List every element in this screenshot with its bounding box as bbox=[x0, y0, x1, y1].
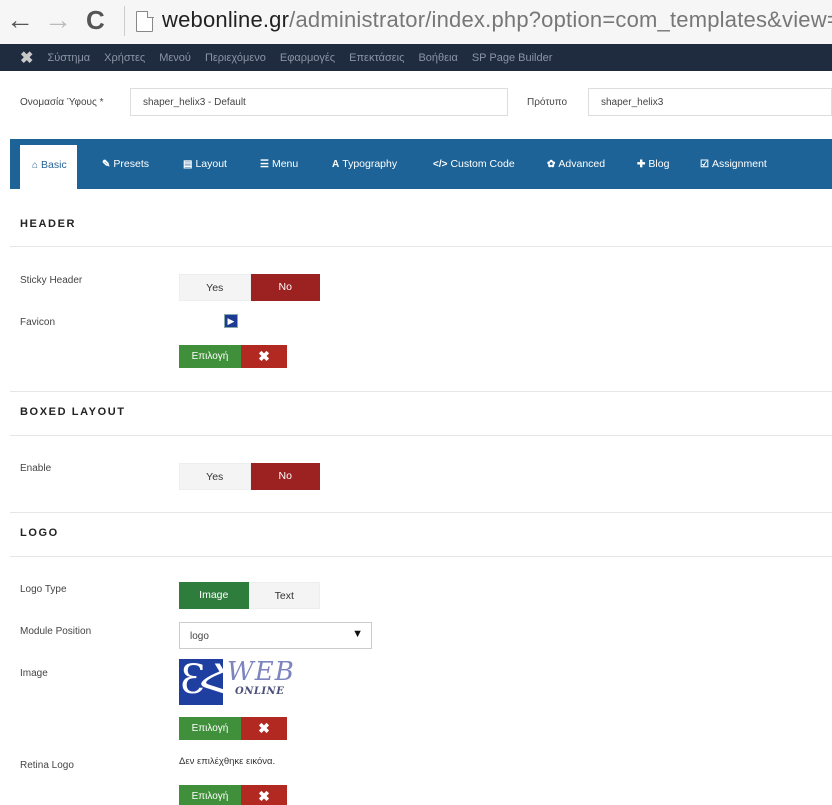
boxed-enable-toggle[interactable]: Yes No bbox=[179, 463, 320, 490]
sticky-header-yes-button[interactable]: Yes bbox=[179, 274, 251, 301]
no-image-selected-text: Δεν επιλέχθηκε εικόνα. bbox=[179, 756, 276, 767]
section-title-header: HEADER bbox=[20, 218, 77, 230]
home-icon: ⌂ bbox=[32, 160, 39, 171]
logo-type-image-button[interactable]: Image bbox=[179, 582, 249, 609]
divider bbox=[10, 556, 832, 557]
divider bbox=[10, 512, 832, 513]
sticky-header-no-button[interactable]: No bbox=[250, 274, 320, 301]
module-position-value: logo bbox=[190, 631, 209, 642]
favicon-clear-icon[interactable]: ✖ bbox=[241, 345, 287, 368]
tab-typography[interactable]: A Typography bbox=[332, 139, 397, 189]
logo-image-picker: Επιλογή ✖ bbox=[179, 717, 287, 740]
boxed-no-button[interactable]: No bbox=[250, 463, 320, 490]
menu-item-system[interactable]: Σύστημα bbox=[47, 52, 90, 64]
divider bbox=[10, 391, 832, 392]
url-host: webonline.gr bbox=[162, 7, 290, 32]
tab-basic[interactable]: ⌂ Basic bbox=[20, 145, 77, 189]
tab-label: Menu bbox=[271, 158, 299, 170]
favicon-picker: Επιλογή ✖ bbox=[179, 345, 287, 368]
address-separator bbox=[124, 6, 125, 36]
divider bbox=[10, 246, 832, 247]
admin-menu-bar: ✖ Σύστημα Χρήστες Μενού Περιεχόμενο Εφαρ… bbox=[0, 44, 832, 71]
menu-item-help[interactable]: Βοήθεια bbox=[418, 52, 457, 64]
template-input[interactable]: shaper_helix3 bbox=[588, 88, 832, 116]
tab-label: Basic bbox=[41, 159, 67, 171]
favicon-label: Favicon bbox=[20, 317, 56, 328]
logo-image-select-button[interactable]: Επιλογή bbox=[179, 717, 241, 740]
logo-mark: ƐՀ bbox=[179, 657, 228, 705]
section-title-logo: LOGO bbox=[20, 527, 59, 539]
menu-item-content[interactable]: Περιεχόμενο bbox=[205, 52, 266, 64]
menu-item-menus[interactable]: Μενού bbox=[159, 52, 191, 64]
menu-icon: ☰ bbox=[260, 159, 269, 170]
logo-preview-image: ƐՀ WEB ONLINE bbox=[179, 657, 301, 705]
dropdown-arrow-icon: ▼ bbox=[352, 628, 363, 640]
tab-custom-code[interactable]: </> Custom Code bbox=[433, 139, 515, 189]
font-icon: A bbox=[332, 159, 340, 170]
tab-label: Layout bbox=[195, 158, 227, 170]
favicon-preview-image: ▶ bbox=[224, 314, 238, 328]
tab-label: Assignment bbox=[711, 158, 767, 170]
url-path: /administrator/index.php?option=com_temp… bbox=[289, 7, 832, 32]
sticky-header-label: Sticky Header bbox=[20, 275, 83, 286]
back-arrow-icon[interactable]: ← bbox=[6, 4, 34, 36]
tab-label: Custom Code bbox=[450, 158, 515, 170]
module-position-label: Module Position bbox=[20, 626, 92, 637]
tab-advanced[interactable]: ✿ Advanced bbox=[547, 139, 605, 189]
forward-arrow-icon[interactable]: → bbox=[44, 4, 72, 36]
sticky-header-toggle[interactable]: Yes No bbox=[179, 274, 320, 301]
retina-logo-clear-icon[interactable]: ✖ bbox=[241, 785, 287, 805]
divider bbox=[10, 435, 832, 436]
tab-label: Typography bbox=[342, 158, 398, 170]
check-square-icon: ☑ bbox=[700, 159, 709, 170]
tab-label: Advanced bbox=[558, 158, 606, 170]
image-label: Image bbox=[20, 668, 48, 679]
tab-layout[interactable]: ▤ Layout bbox=[183, 139, 227, 189]
reload-icon[interactable]: C bbox=[86, 4, 105, 36]
menu-item-extensions[interactable]: Επεκτάσεις bbox=[349, 52, 404, 64]
page-icon bbox=[136, 10, 154, 32]
logo-type-toggle[interactable]: Image Text bbox=[179, 582, 320, 609]
tab-label: Presets bbox=[113, 158, 149, 170]
menu-item-users[interactable]: Χρήστες bbox=[104, 52, 145, 64]
menu-item-sp-page-builder[interactable]: SP Page Builder bbox=[472, 52, 553, 64]
browser-toolbar: ← → C webonline.gr/administrator/index.p… bbox=[0, 0, 832, 44]
style-name-input[interactable]: shaper_helix3 - Default bbox=[130, 88, 508, 116]
tab-presets[interactable]: ✎ Presets bbox=[102, 139, 149, 189]
tab-label: Blog bbox=[648, 158, 670, 170]
tab-assignment[interactable]: ☑ Assignment bbox=[700, 139, 767, 189]
section-title-boxed-layout: BOXED LAYOUT bbox=[20, 406, 126, 418]
pin-icon: ✚ bbox=[637, 159, 646, 170]
module-position-select[interactable]: logo ▼ bbox=[179, 622, 372, 649]
logo-image-clear-icon[interactable]: ✖ bbox=[241, 717, 287, 740]
cog-icon: ✿ bbox=[547, 159, 556, 170]
settings-tabs: ⌂ Basic ✎ Presets ▤ Layout ☰ Menu A Typograph… bbox=[10, 139, 832, 189]
favicon-select-button[interactable]: Επιλογή bbox=[179, 345, 241, 368]
retina-logo-select-button[interactable]: Επιλογή bbox=[179, 785, 241, 805]
joomla-logo-icon[interactable]: ✖ bbox=[20, 48, 33, 68]
logo-type-text-button[interactable]: Text bbox=[248, 582, 320, 609]
tab-blog[interactable]: ✚ Blog bbox=[637, 139, 669, 189]
retina-logo-picker: Επιλογή ✖ bbox=[179, 785, 287, 805]
retina-logo-label: Retina Logo bbox=[20, 760, 74, 771]
pencil-icon: ✎ bbox=[102, 159, 111, 170]
menu-item-components[interactable]: Εφαρμογές bbox=[280, 52, 335, 64]
style-form-row: Ονομασία Ύφους * shaper_helix3 - Default… bbox=[0, 88, 832, 118]
layout-icon: ▤ bbox=[183, 159, 193, 170]
address-bar[interactable]: webonline.gr/administrator/index.php?opt… bbox=[162, 7, 832, 33]
style-name-label: Ονομασία Ύφους * bbox=[20, 97, 104, 108]
tab-menu[interactable]: ☰ Menu bbox=[260, 139, 298, 189]
boxed-enable-label: Enable bbox=[20, 463, 52, 474]
logo-web-text: WEB bbox=[227, 657, 295, 687]
logo-type-label: Logo Type bbox=[20, 584, 67, 595]
logo-online-text: ONLINE bbox=[235, 686, 285, 697]
template-label: Πρότυπο bbox=[527, 97, 568, 108]
boxed-yes-button[interactable]: Yes bbox=[179, 463, 251, 490]
code-icon: </> bbox=[433, 159, 448, 170]
